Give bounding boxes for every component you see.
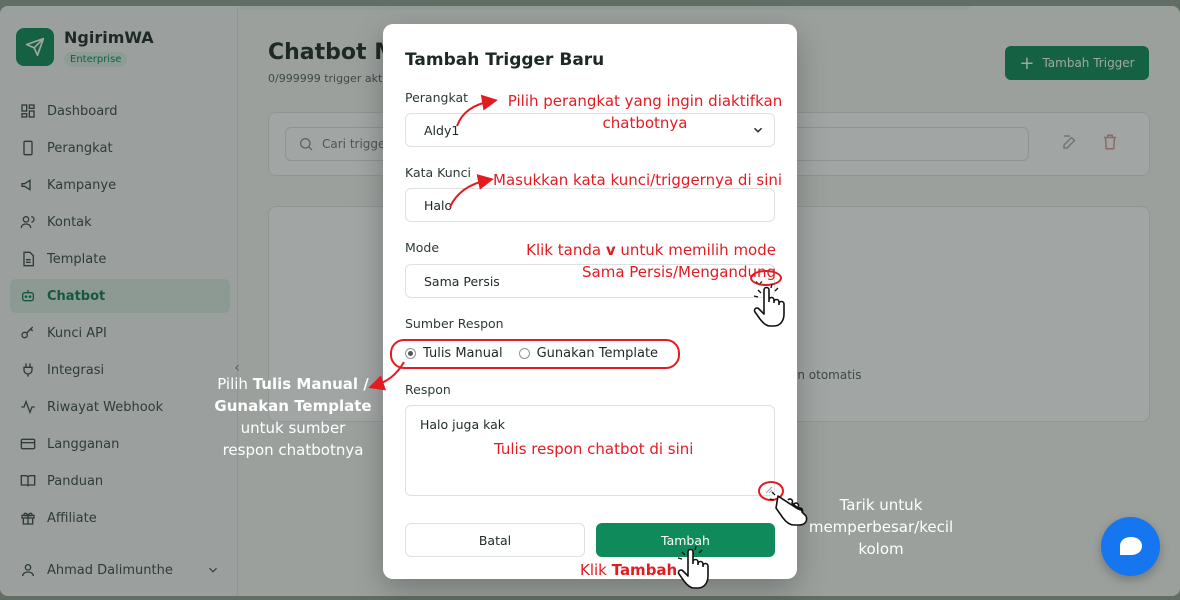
arrow-to-device bbox=[456, 94, 498, 127]
annotation-arrows bbox=[368, 94, 498, 391]
hand-pointer-icon bbox=[753, 283, 785, 327]
chat-bubble-icon bbox=[1119, 536, 1142, 555]
arrow-to-keyword bbox=[449, 174, 494, 208]
hand-pointer-icon bbox=[769, 491, 808, 526]
chat-fab-button[interactable] bbox=[1101, 517, 1160, 576]
arrow-to-source bbox=[368, 361, 405, 391]
hand-pointer-icon bbox=[677, 545, 709, 589]
